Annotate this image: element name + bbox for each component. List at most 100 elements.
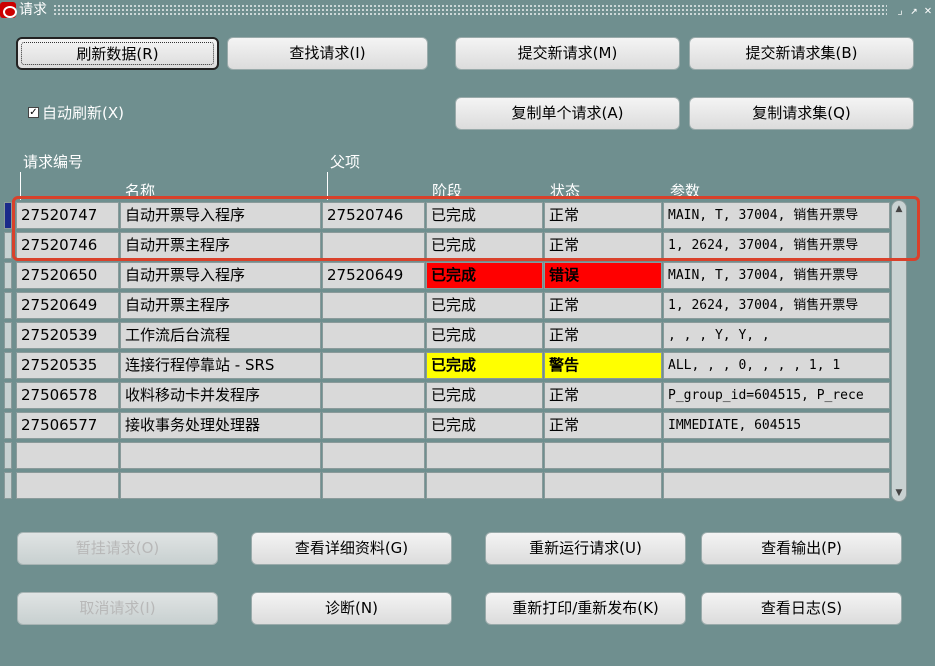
cell-name[interactable]: 自动开票主程序 — [120, 232, 321, 259]
header-request-id: 请求编号 — [23, 153, 84, 171]
cell-params[interactable]: 1, 2624, 37004, 销售开票导 — [663, 292, 890, 319]
cell-request-id[interactable]: 27506577 — [16, 412, 119, 439]
row-selector[interactable] — [4, 412, 12, 439]
copy-single-request-button[interactable]: 复制单个请求(A) — [455, 97, 680, 130]
cell-params[interactable]: 1, 2624, 37004, 销售开票导 — [663, 232, 890, 259]
cell-name[interactable]: 自动开票导入程序 — [120, 202, 321, 229]
title-bar: 请求 ⌟ ↗ ✕ — [0, 0, 935, 20]
cell-name[interactable]: 工作流后台流程 — [120, 322, 321, 349]
cell-parent[interactable] — [322, 292, 425, 319]
cell-request-id[interactable]: 27520650 — [16, 262, 119, 289]
cell-status[interactable]: 正常 — [544, 202, 662, 229]
cell-request-id[interactable]: 27520746 — [16, 232, 119, 259]
cell-params[interactable]: MAIN, T, 37004, 销售开票导 — [663, 202, 890, 229]
scroll-down-icon[interactable]: ▼ — [893, 486, 905, 500]
cancel-request-button[interactable]: 取消请求(I) — [17, 592, 218, 625]
cell-name[interactable] — [120, 472, 321, 499]
rerun-request-button[interactable]: 重新运行请求(U) — [485, 532, 686, 565]
reprint-republish-button[interactable]: 重新打印/重新发布(K) — [485, 592, 686, 625]
cell-parent[interactable] — [322, 352, 425, 379]
cell-status[interactable]: 错误 — [544, 262, 662, 289]
cell-phase[interactable]: 已完成 — [426, 382, 543, 409]
cell-request-id[interactable]: 27520649 — [16, 292, 119, 319]
cell-params[interactable]: ALL, , , 0, , , , 1, 1 — [663, 352, 890, 379]
cell-name[interactable]: 连接行程停靠站 - SRS — [120, 352, 321, 379]
cell-name[interactable] — [120, 442, 321, 469]
cell-params[interactable]: IMMEDIATE, 604515 — [663, 412, 890, 439]
cell-request-id[interactable] — [16, 442, 119, 469]
vertical-scrollbar[interactable]: ▲ ▼ — [891, 200, 907, 502]
cell-params[interactable] — [663, 442, 890, 469]
cell-parent[interactable]: 27520746 — [322, 202, 425, 229]
cell-parent[interactable] — [322, 382, 425, 409]
copy-request-set-button[interactable]: 复制请求集(Q) — [689, 97, 914, 130]
cell-parent[interactable] — [322, 412, 425, 439]
cell-params[interactable]: MAIN, T, 37004, 销售开票导 — [663, 262, 890, 289]
cell-status[interactable]: 警告 — [544, 352, 662, 379]
oracle-app-icon — [0, 2, 17, 18]
header-parent: 父项 — [330, 153, 361, 171]
close-icon[interactable]: ✕ — [921, 3, 935, 17]
cell-phase[interactable]: 已完成 — [426, 412, 543, 439]
title-bar-drag-area[interactable] — [53, 4, 887, 16]
cell-name[interactable]: 自动开票主程序 — [120, 292, 321, 319]
cell-params[interactable]: P_group_id=604515, P_rece — [663, 382, 890, 409]
row-selector[interactable] — [4, 292, 12, 319]
diagnose-button[interactable]: 诊断(N) — [251, 592, 452, 625]
cell-request-id[interactable]: 27520539 — [16, 322, 119, 349]
refresh-data-button[interactable]: 刷新数据(R) — [16, 37, 219, 70]
row-selector[interactable] — [4, 382, 12, 409]
cell-status[interactable] — [544, 442, 662, 469]
cell-name[interactable]: 接收事务处理处理器 — [120, 412, 321, 439]
row-selector[interactable] — [4, 472, 12, 499]
cell-phase[interactable]: 已完成 — [426, 232, 543, 259]
maximize-icon[interactable]: ↗ — [907, 3, 921, 17]
cell-phase[interactable]: 已完成 — [426, 322, 543, 349]
cell-parent[interactable] — [322, 472, 425, 499]
cell-status[interactable]: 正常 — [544, 322, 662, 349]
cell-phase[interactable] — [426, 442, 543, 469]
cell-status[interactable]: 正常 — [544, 382, 662, 409]
cell-phase[interactable] — [426, 472, 543, 499]
minimize-restore-icon[interactable]: ⌟ — [893, 3, 907, 17]
cell-phase[interactable]: 已完成 — [426, 262, 543, 289]
header-divider — [327, 172, 328, 200]
auto-refresh-checkbox[interactable]: ✓ 自动刷新(X) — [28, 102, 124, 123]
cell-parent[interactable] — [322, 442, 425, 469]
cell-parent[interactable] — [322, 232, 425, 259]
cell-name[interactable]: 收料移动卡并发程序 — [120, 382, 321, 409]
cell-status[interactable]: 正常 — [544, 412, 662, 439]
submit-new-request-set-button[interactable]: 提交新请求集(B) — [689, 37, 914, 70]
cell-params[interactable] — [663, 472, 890, 499]
cell-request-id[interactable] — [16, 472, 119, 499]
row-selector[interactable] — [4, 262, 12, 289]
checkbox-check-icon[interactable]: ✓ — [28, 107, 39, 118]
header-divider — [20, 172, 21, 200]
cell-phase[interactable]: 已完成 — [426, 292, 543, 319]
cell-parent[interactable]: 27520649 — [322, 262, 425, 289]
cell-status[interactable]: 正常 — [544, 292, 662, 319]
row-selector[interactable] — [4, 202, 12, 229]
view-log-button[interactable]: 查看日志(S) — [701, 592, 902, 625]
hold-request-button[interactable]: 暂挂请求(O) — [17, 532, 218, 565]
cell-params[interactable]: , , , Y, Y, , — [663, 322, 890, 349]
row-selector[interactable] — [4, 322, 12, 349]
cell-parent[interactable] — [322, 322, 425, 349]
cell-name[interactable]: 自动开票导入程序 — [120, 262, 321, 289]
cell-request-id[interactable]: 27506578 — [16, 382, 119, 409]
submit-new-request-button[interactable]: 提交新请求(M) — [455, 37, 680, 70]
cell-request-id[interactable]: 27520747 — [16, 202, 119, 229]
row-selector[interactable] — [4, 352, 12, 379]
row-selector[interactable] — [4, 442, 12, 469]
view-details-button[interactable]: 查看详细资料(G) — [251, 532, 452, 565]
cell-status[interactable]: 正常 — [544, 232, 662, 259]
cell-request-id[interactable]: 27520535 — [16, 352, 119, 379]
cell-phase[interactable]: 已完成 — [426, 352, 543, 379]
view-output-button[interactable]: 查看输出(P) — [701, 532, 902, 565]
find-requests-button[interactable]: 查找请求(I) — [227, 37, 428, 70]
row-selector[interactable] — [4, 232, 12, 259]
scroll-up-icon[interactable]: ▲ — [893, 202, 905, 216]
window-title: 请求 — [19, 2, 47, 18]
cell-phase[interactable]: 已完成 — [426, 202, 543, 229]
cell-status[interactable] — [544, 472, 662, 499]
